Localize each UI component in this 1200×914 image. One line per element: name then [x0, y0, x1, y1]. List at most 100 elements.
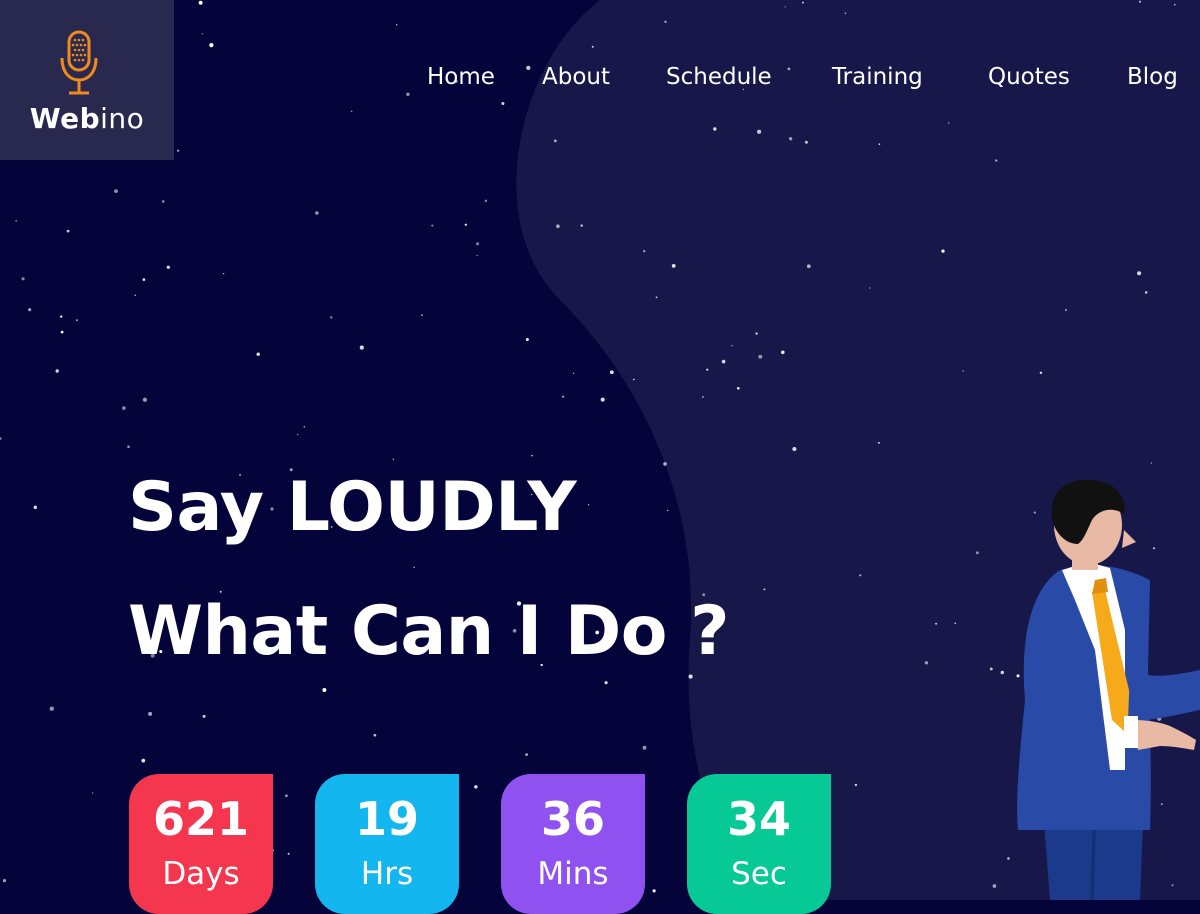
- countdown-days: 621 Days: [129, 774, 273, 914]
- star: [49, 706, 54, 711]
- star: [531, 454, 533, 457]
- star: [736, 386, 740, 390]
- star: [1144, 291, 1148, 294]
- star: [600, 397, 605, 402]
- star: [141, 758, 146, 763]
- star: [303, 425, 306, 428]
- star: [869, 287, 871, 289]
- star: [33, 505, 38, 510]
- countdown-hours: 19 Hrs: [315, 774, 459, 914]
- star: [671, 264, 676, 268]
- nav-item-schedule[interactable]: Schedule: [666, 64, 772, 90]
- star: [1065, 309, 1067, 311]
- star: [587, 503, 590, 506]
- star: [28, 308, 32, 312]
- star: [525, 338, 529, 341]
- star: [947, 122, 950, 124]
- nav-item-quotes[interactable]: Quotes: [988, 64, 1070, 90]
- star: [1150, 462, 1153, 464]
- star: [392, 458, 395, 461]
- star: [209, 43, 214, 48]
- star: [553, 139, 557, 143]
- star: [0, 437, 2, 440]
- star: [296, 433, 299, 436]
- star: [666, 509, 669, 512]
- countdown-minutes-label: Mins: [537, 856, 609, 892]
- star: [664, 20, 667, 23]
- star: [166, 265, 170, 269]
- star: [806, 264, 811, 269]
- nav-item-blog[interactable]: Blog: [1127, 64, 1178, 90]
- star: [989, 667, 993, 671]
- star: [256, 352, 260, 356]
- countdown-hours-label: Hrs: [360, 856, 414, 892]
- nav-item-about[interactable]: About: [542, 64, 610, 90]
- star: [591, 45, 594, 48]
- star: [763, 588, 766, 591]
- star: [222, 272, 225, 275]
- star: [572, 372, 575, 374]
- star: [198, 0, 203, 5]
- hero-headline-line2: What Can I Do ?: [128, 592, 730, 671]
- star: [924, 661, 929, 665]
- star: [373, 733, 377, 737]
- star: [476, 242, 480, 246]
- star: [285, 794, 288, 798]
- star: [322, 688, 327, 692]
- nav-item-home[interactable]: Home: [427, 64, 495, 90]
- star: [652, 889, 656, 893]
- star: [1137, 271, 1142, 276]
- star: [330, 316, 333, 319]
- star: [935, 622, 938, 625]
- star: [954, 622, 956, 624]
- countdown-minutes: 36 Mins: [501, 774, 645, 914]
- star: [713, 127, 717, 131]
- star: [413, 566, 415, 569]
- star: [962, 370, 964, 372]
- star: [114, 189, 118, 193]
- countdown-seconds-value: 34: [726, 792, 791, 846]
- star: [396, 24, 398, 26]
- star: [877, 441, 880, 444]
- countdown-days-value: 621: [152, 792, 250, 846]
- star: [122, 406, 126, 410]
- star: [992, 884, 997, 888]
- star: [134, 294, 136, 297]
- countdown-minutes-value: 36: [540, 792, 605, 846]
- star: [421, 314, 423, 316]
- star: [148, 711, 153, 716]
- star: [1039, 371, 1043, 375]
- main-navigation: Home About Schedule Training Quotes Blog: [0, 64, 1200, 104]
- businessman-illustration: [1017, 479, 1200, 900]
- star: [731, 345, 733, 347]
- star: [556, 224, 560, 229]
- star: [633, 378, 635, 381]
- countdown-seconds: 34 Sec: [687, 774, 831, 914]
- star: [75, 319, 78, 322]
- star: [975, 551, 979, 555]
- star: [60, 330, 64, 334]
- star: [60, 315, 63, 318]
- star: [15, 220, 17, 222]
- star: [66, 229, 70, 233]
- star: [688, 674, 693, 679]
- brand-wordmark: Webino: [0, 102, 174, 135]
- star: [1138, 0, 1142, 3]
- star: [464, 223, 467, 226]
- star: [350, 110, 353, 113]
- star: [854, 783, 858, 787]
- star: [643, 249, 646, 253]
- star: [476, 254, 478, 256]
- nav-item-training[interactable]: Training: [832, 64, 923, 90]
- star: [804, 140, 808, 144]
- star: [604, 681, 608, 685]
- star: [859, 574, 862, 577]
- star: [142, 278, 146, 281]
- star: [941, 249, 945, 253]
- star: [757, 129, 762, 134]
- star: [474, 785, 478, 789]
- star: [580, 224, 583, 227]
- star: [609, 370, 614, 375]
- countdown-days-label: Days: [162, 856, 240, 892]
- star: [702, 396, 704, 398]
